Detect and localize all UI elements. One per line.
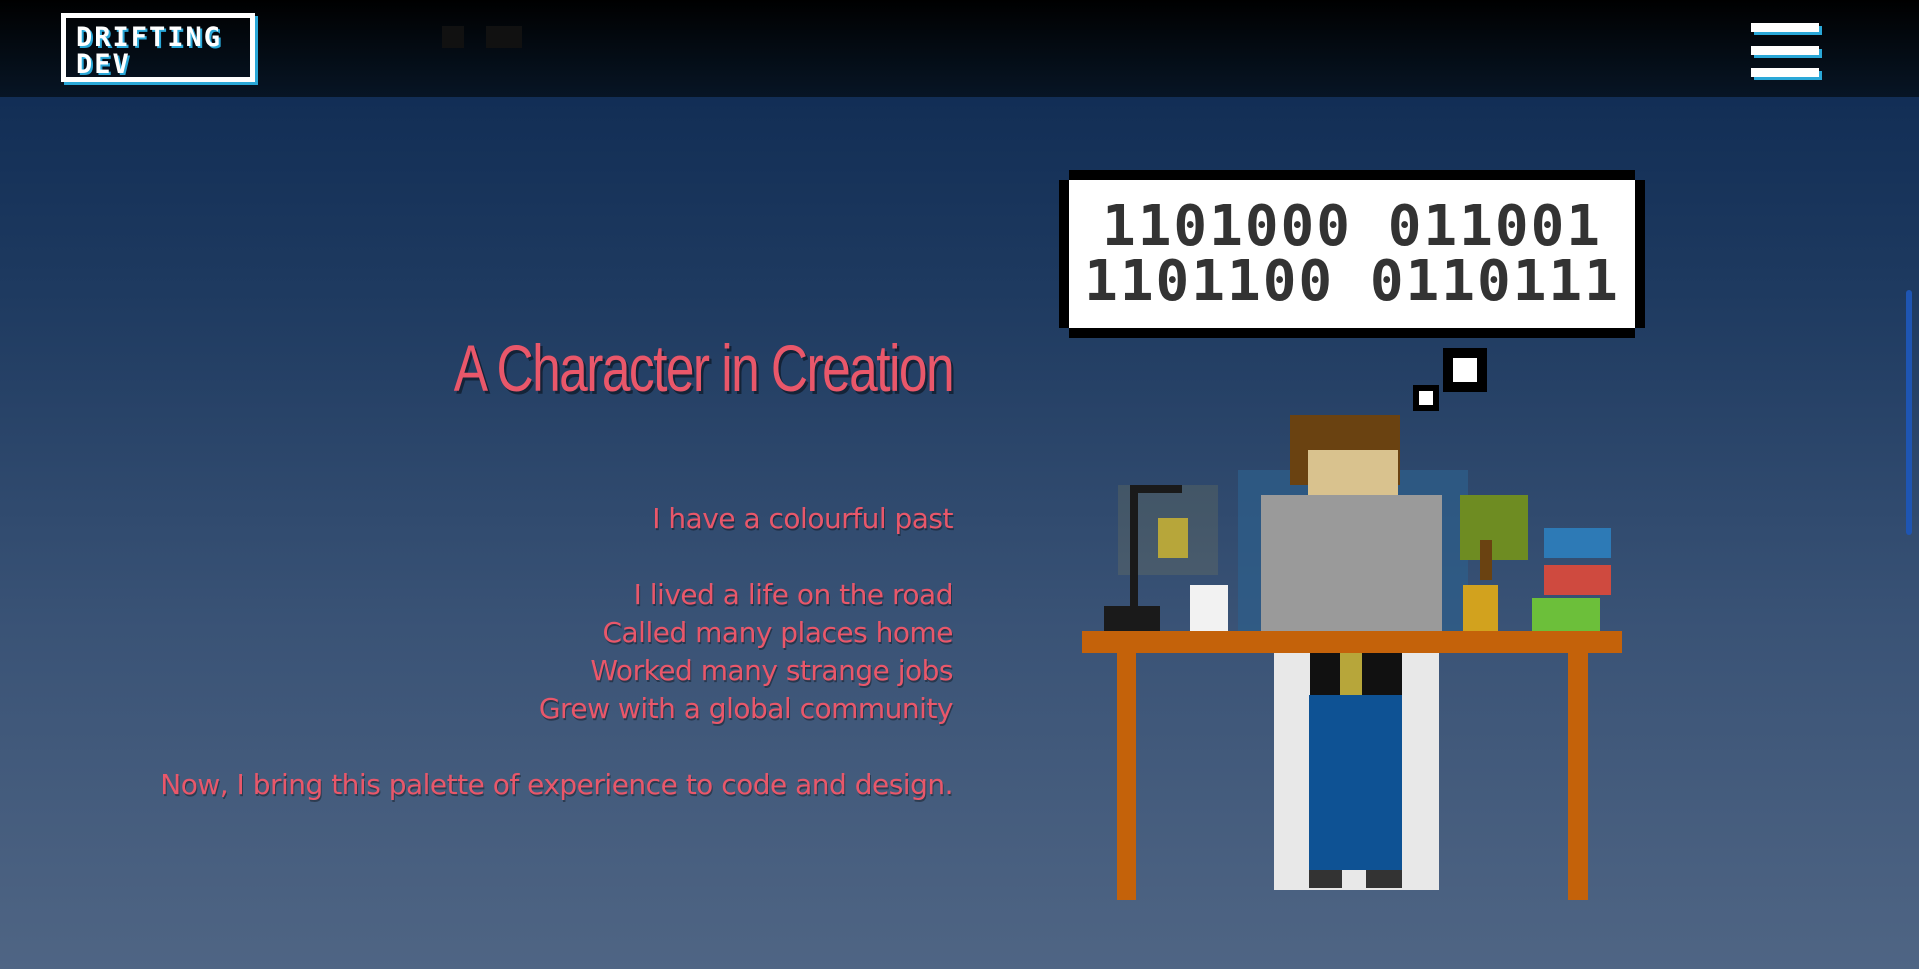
- laptop: [1261, 495, 1442, 633]
- desk-lamp: [1104, 485, 1218, 631]
- bio-line: Called many places home: [602, 616, 953, 649]
- top-navigation-bar: DRIFTING DEV: [0, 0, 1919, 97]
- nav-placeholder: [486, 26, 522, 48]
- book-stack: [1532, 528, 1611, 631]
- thought-bubble: 1101000 011001 1101100 0110111: [1059, 170, 1645, 411]
- person: [1238, 415, 1468, 890]
- bio-intro: I have a colourful past: [652, 502, 953, 535]
- bio-line: Grew with a global community: [538, 692, 954, 725]
- binary-line-2: 1101100 0110111: [1084, 249, 1620, 314]
- mug: [1190, 585, 1228, 631]
- pixel-art-illustration: 1101000 011001 1101100 0110111: [1059, 170, 1645, 900]
- desk: [1082, 631, 1622, 900]
- bio-line: I lived a life on the road: [633, 578, 954, 611]
- bio-text: I have a colourful past I lived a life o…: [93, 500, 953, 804]
- potted-plant: [1460, 495, 1528, 631]
- nav-placeholder: [442, 26, 464, 48]
- bio-line: Worked many strange jobs: [590, 654, 953, 687]
- logo-line-1: DRIFTING: [76, 22, 223, 53]
- logo-line-2: DEV: [76, 49, 131, 80]
- bio-closing: Now, I bring this palette of experience …: [160, 768, 953, 801]
- hamburger-menu-icon[interactable]: [1751, 23, 1821, 77]
- page-title: A Character in Creation: [453, 331, 955, 405]
- scrollbar-thumb[interactable]: [1906, 290, 1912, 535]
- binary-line-1: 1101000 011001: [1102, 194, 1602, 259]
- drifting-dev-logo[interactable]: DRIFTING DEV: [61, 13, 255, 82]
